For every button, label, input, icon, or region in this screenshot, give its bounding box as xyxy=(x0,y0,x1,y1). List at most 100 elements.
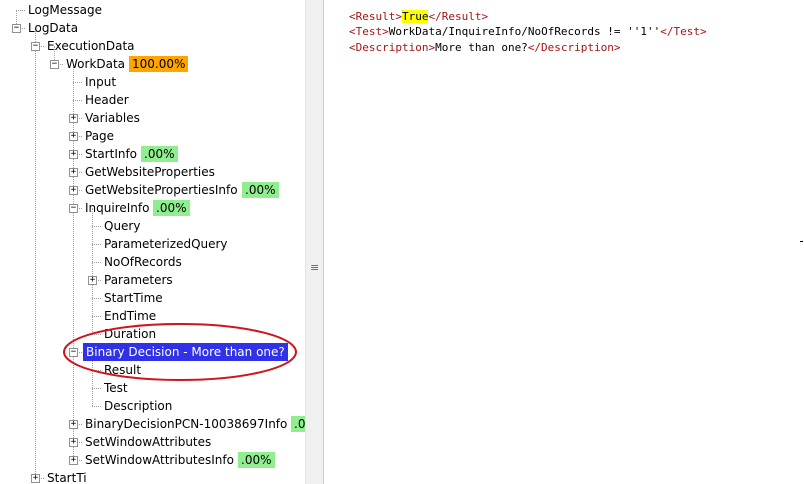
xml-value-highlighted: True xyxy=(401,10,429,23)
xml-viewer[interactable]: <Result>True</Result> <Test>WorkData/Inq… xyxy=(324,0,804,484)
tree-node-description[interactable]: Description xyxy=(0,397,305,415)
tree-node-label[interactable]: Duration xyxy=(102,325,158,343)
tree-node-label[interactable]: StartTime xyxy=(102,289,165,307)
xml-tag-close: </Description> xyxy=(527,41,621,54)
tree-node-label[interactable]: LogMessage xyxy=(26,1,104,19)
splitter-grip-icon[interactable]: ≡ xyxy=(310,262,319,273)
tree-node-label[interactable]: Variables xyxy=(83,109,142,127)
tree-node-parameters[interactable]: + Parameters xyxy=(0,271,305,289)
tree-connector xyxy=(92,262,101,263)
tree-node-setwindowattributes[interactable]: + SetWindowAttributes xyxy=(0,433,305,451)
tree-connector xyxy=(16,10,25,11)
tree-node-setwindowattributesinfo[interactable]: + SetWindowAttributesInfo .00% xyxy=(0,451,305,469)
collapse-icon[interactable]: − xyxy=(31,42,40,51)
tree-node-label[interactable]: Page xyxy=(83,127,116,145)
tree-node-label[interactable]: Binary Decision - More than one? xyxy=(83,343,288,361)
expand-icon[interactable]: + xyxy=(69,114,78,123)
tree-connector xyxy=(92,334,101,335)
percentage-badge: .00% xyxy=(238,452,275,468)
percentage-badge: 100.00% xyxy=(129,56,189,72)
expand-icon[interactable]: + xyxy=(69,186,78,195)
tree-node-label[interactable]: ExecutionData xyxy=(45,37,137,55)
tree-node-label[interactable]: ParameterizedQuery xyxy=(102,235,230,253)
expand-icon[interactable]: + xyxy=(69,420,78,429)
tree-node-endtime[interactable]: EndTime xyxy=(0,307,305,325)
tree-node-label[interactable]: NoOfRecords xyxy=(102,253,184,271)
tree-connector xyxy=(73,100,82,101)
tree-node-label[interactable]: WorkData xyxy=(64,55,127,73)
expand-icon[interactable]: + xyxy=(88,276,97,285)
tree-node-label[interactable]: InquireInfo xyxy=(83,199,151,217)
tree-node-label[interactable]: GetWebsiteProperties xyxy=(83,163,217,181)
xml-value: WorkData/InquireInfo/NoOfRecords != ''1'… xyxy=(388,25,661,38)
tree-node-starttime2[interactable]: + StartTi xyxy=(0,469,305,484)
tree-node-label[interactable]: Header xyxy=(83,91,131,109)
tree-node-label[interactable]: StartInfo xyxy=(83,145,139,163)
tree-node-label[interactable]: BinaryDecisionPCN-10038697Info xyxy=(83,415,289,433)
tree-node-page[interactable]: + Page xyxy=(0,127,305,145)
expand-icon[interactable]: + xyxy=(69,438,78,447)
tree-connector xyxy=(92,316,101,317)
tree-node-header[interactable]: Header xyxy=(0,91,305,109)
collapse-icon[interactable]: − xyxy=(69,348,78,357)
expand-icon[interactable]: + xyxy=(69,150,78,159)
tree-node-getwebsitepropertiesinfo[interactable]: + GetWebsitePropertiesInfo .00% xyxy=(0,181,305,199)
percentage-badge: .00% xyxy=(291,416,305,432)
tree-node-label[interactable]: GetWebsitePropertiesInfo xyxy=(83,181,240,199)
tree-node-result[interactable]: Result xyxy=(0,361,305,379)
tree-node-binarydecision[interactable]: − Binary Decision - More than one? xyxy=(0,343,305,361)
tree-node-label[interactable]: EndTime xyxy=(102,307,158,325)
tree-connector xyxy=(92,244,101,245)
expand-icon[interactable]: + xyxy=(31,474,40,483)
tree-node-input[interactable]: Input xyxy=(0,73,305,91)
tree-node-label[interactable]: Query xyxy=(102,217,142,235)
tree-node-label[interactable]: Test xyxy=(102,379,130,397)
xml-line-description: <Description>More than one?</Description… xyxy=(349,41,621,55)
expand-icon[interactable]: + xyxy=(69,168,78,177)
tree-view[interactable]: LogMessage − LogData − ExecutionData − WorkDat… xyxy=(0,0,305,484)
tree-connector xyxy=(73,82,82,83)
xml-value: More than one? xyxy=(435,41,528,54)
tree-connector xyxy=(92,388,101,389)
tree-node-logmessage[interactable]: LogMessage xyxy=(0,1,305,19)
edge-mark xyxy=(800,241,803,242)
tree-node-label[interactable]: LogData xyxy=(26,19,80,37)
collapse-icon[interactable]: − xyxy=(12,24,21,33)
tree-node-workdata[interactable]: − WorkData 100.00% xyxy=(0,55,305,73)
tree-node-variables[interactable]: + Variables xyxy=(0,109,305,127)
tree-node-starttime[interactable]: StartTime xyxy=(0,289,305,307)
tree-node-binarydecisionpcninfo[interactable]: + BinaryDecisionPCN-10038697Info.00% xyxy=(0,415,305,433)
tree-node-label[interactable]: Result xyxy=(102,361,143,379)
tree-node-label[interactable]: SetWindowAttributes xyxy=(83,433,213,451)
tree-node-executiondata[interactable]: − ExecutionData xyxy=(0,37,305,55)
tree-node-query[interactable]: Query xyxy=(0,217,305,235)
expand-icon[interactable]: + xyxy=(69,456,78,465)
tree-node-test[interactable]: Test xyxy=(0,379,305,397)
tree-connector xyxy=(92,406,101,407)
tree-node-startinfo[interactable]: + StartInfo .00% xyxy=(0,145,305,163)
splitter-bar[interactable]: ≡ xyxy=(305,0,324,484)
expand-icon[interactable]: + xyxy=(69,132,78,141)
percentage-badge: .00% xyxy=(141,146,178,162)
tree-node-noofrecords[interactable]: NoOfRecords xyxy=(0,253,305,271)
tree-node-label[interactable]: Parameters xyxy=(102,271,175,289)
xml-line-result: <Result>True</Result> xyxy=(349,10,488,24)
tree-connector xyxy=(92,226,101,227)
xml-tag-open: <Description> xyxy=(349,41,436,54)
tree-node-logdata[interactable]: − LogData xyxy=(0,19,305,37)
tree-node-label[interactable]: SetWindowAttributesInfo xyxy=(83,451,236,469)
tree-node-parameterizedquery[interactable]: ParameterizedQuery xyxy=(0,235,305,253)
tree-node-label[interactable]: StartTi xyxy=(45,469,89,484)
tree-node-label[interactable]: Description xyxy=(102,397,174,415)
percentage-badge: .00% xyxy=(242,182,279,198)
collapse-icon[interactable]: − xyxy=(50,60,59,69)
xml-tag-close: </Test> xyxy=(660,25,707,38)
tree-node-getwebsiteproperties[interactable]: + GetWebsiteProperties xyxy=(0,163,305,181)
collapse-icon[interactable]: − xyxy=(69,204,78,213)
percentage-badge: .00% xyxy=(153,200,190,216)
tree-node-duration[interactable]: Duration xyxy=(0,325,305,343)
tree-node-label[interactable]: Input xyxy=(83,73,118,91)
xml-tag-open: <Result> xyxy=(349,10,402,23)
tree-node-inquireinfo[interactable]: − InquireInfo .00% xyxy=(0,199,305,217)
tree-connector xyxy=(92,370,101,371)
